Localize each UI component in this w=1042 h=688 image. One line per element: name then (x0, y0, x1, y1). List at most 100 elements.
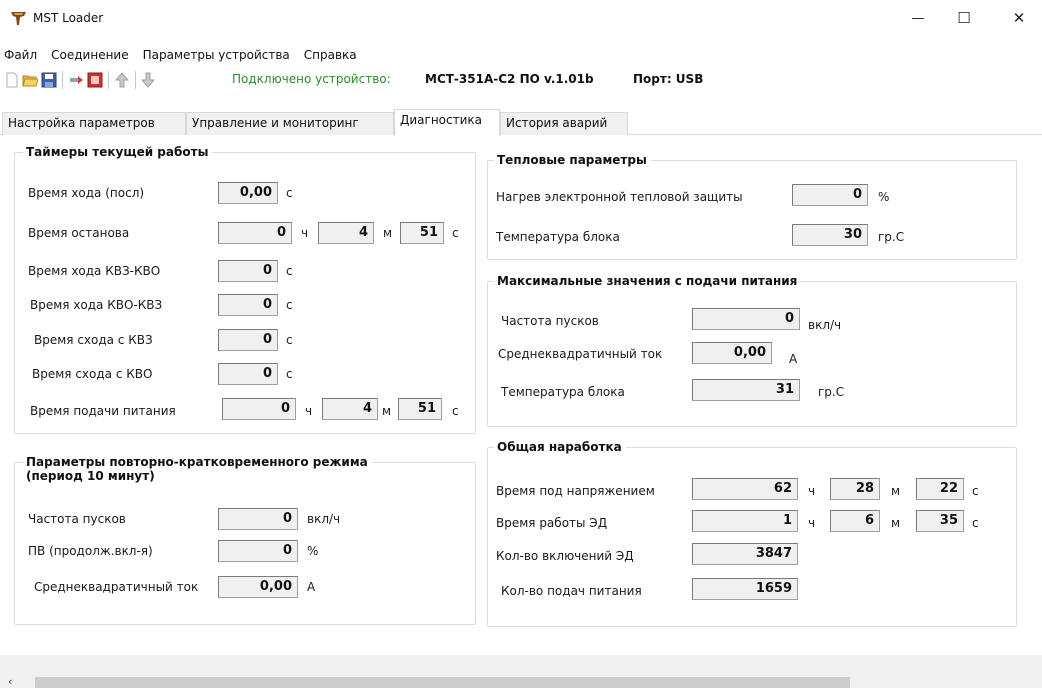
run-time-last-label: Время хода (посл) (28, 186, 145, 200)
tab-bar: Настройка параметров Управление и монито… (0, 109, 1042, 136)
motor-run-minutes-unit: м (891, 516, 901, 530)
max-block-temp-field: 31 (692, 379, 800, 401)
power-time-hours-unit: ч (305, 404, 313, 418)
thermal-heating-field: 0 (792, 184, 868, 206)
int-duty-label: ПВ (продолж.вкл-я) (28, 544, 153, 558)
int-start-freq-unit: вкл/ч (307, 512, 341, 526)
power-time-seconds-unit: с (452, 404, 459, 418)
menu-file[interactable]: Файл (0, 46, 45, 66)
max-start-freq-unit: вкл/ч (808, 318, 842, 332)
max-start-freq-label: Частота пусков (501, 314, 599, 328)
upload-icon[interactable] (114, 72, 130, 88)
power-time-hours-field: 0 (222, 398, 296, 420)
run-kvz-kvo-field: 0 (218, 260, 278, 282)
under-voltage-seconds-unit: с (972, 484, 979, 498)
new-file-icon[interactable] (4, 72, 20, 88)
total-runtime-group-title: Общая наработка (494, 440, 626, 454)
motor-run-seconds-unit: с (972, 516, 979, 530)
stop-time-label: Время останова (28, 226, 130, 240)
power-time-seconds-field: 51 (398, 398, 442, 420)
status-bar (0, 655, 1042, 675)
tab-settings[interactable]: Настройка параметров (2, 112, 186, 135)
stop-time-minutes-unit: м (383, 226, 393, 240)
thermal-group (487, 160, 1017, 260)
under-voltage-label: Время под напряжением (496, 484, 655, 498)
open-folder-icon[interactable] (22, 72, 38, 88)
maximize-icon: ☐ (957, 9, 971, 27)
stop-icon[interactable] (87, 72, 103, 88)
close-icon: ✕ (1012, 9, 1026, 27)
under-voltage-hours-field: 62 (692, 478, 798, 500)
tab-label: Настройка параметров (8, 116, 155, 130)
max-rms-current-unit: А (789, 352, 798, 366)
leave-kvz-field: 0 (218, 329, 278, 351)
run-kvz-kvo-label: Время хода КВЗ-КВО (28, 264, 161, 278)
close-button[interactable]: ✕ (996, 0, 1042, 36)
motor-on-count-field: 3847 (692, 543, 798, 565)
title-bar: MST Loader — ☐ ✕ (0, 0, 1042, 36)
leave-kvo-field: 0 (218, 363, 278, 385)
window-title: MST Loader (33, 11, 104, 25)
toolbar-separator (62, 71, 63, 89)
under-voltage-minutes-unit: м (891, 484, 901, 498)
run-kvz-kvo-unit: с (286, 264, 293, 278)
stop-time-hours-unit: ч (301, 226, 309, 240)
int-rms-current-unit: А (307, 580, 316, 594)
run-kvo-kvz-unit: с (286, 298, 293, 312)
stop-time-minutes-field: 4 (318, 222, 374, 244)
motor-run-label: Время работы ЭД (496, 516, 608, 530)
motor-run-hours-field: 1 (692, 510, 798, 532)
int-rms-current-label: Среднеквадратичный ток (34, 580, 199, 594)
power-time-minutes-unit: м (382, 404, 392, 418)
run-time-last-field: 0,00 (218, 182, 278, 204)
motor-run-hours-unit: ч (808, 516, 816, 530)
power-on-count-field: 1659 (692, 578, 798, 600)
tab-control-monitoring[interactable]: Управление и мониторинг (186, 112, 394, 135)
int-duty-field: 0 (218, 540, 298, 562)
horizontal-scrollbar[interactable]: ‹ (0, 675, 1042, 688)
download-icon[interactable] (140, 72, 156, 88)
menu-connection[interactable]: Соединение (45, 46, 136, 66)
max-block-temp-unit: гр.С (818, 385, 845, 399)
toolbar-separator (135, 71, 136, 89)
stop-time-hours-field: 0 (218, 222, 292, 244)
motor-run-seconds-field: 35 (916, 510, 964, 532)
run-kvo-kvz-label: Время хода КВО-КВЗ (30, 298, 163, 312)
thermal-block-temp-unit: гр.С (878, 230, 905, 244)
total-runtime-group (487, 447, 1017, 627)
power-time-minutes-field: 4 (322, 398, 378, 420)
stop-time-seconds-unit: с (452, 226, 459, 240)
stop-time-seconds-field: 51 (400, 222, 444, 244)
menu-help[interactable]: Справка (298, 46, 365, 66)
save-icon[interactable] (41, 72, 57, 88)
thermal-group-title: Тепловые параметры (494, 153, 651, 167)
port-label: Порт: USB (633, 72, 704, 86)
motor-run-minutes-field: 6 (830, 510, 880, 532)
connect-icon[interactable] (68, 72, 84, 88)
leave-kvo-unit: с (286, 367, 293, 381)
maximize-button[interactable]: ☐ (941, 0, 987, 36)
int-start-freq-label: Частота пусков (28, 512, 126, 526)
menu-device-params[interactable]: Параметры устройства (137, 46, 298, 66)
run-time-last-unit: с (286, 186, 293, 200)
tab-label: Управление и мониторинг (192, 116, 359, 130)
scroll-left-arrow-icon[interactable]: ‹ (8, 675, 12, 688)
thermal-heating-unit: % (878, 190, 890, 204)
max-rms-current-field: 0,00 (692, 342, 772, 364)
minimize-button[interactable]: — (895, 0, 941, 36)
toolbar-separator (108, 71, 109, 89)
max-start-freq-field: 0 (692, 308, 800, 330)
motor-on-count-label: Кол-во включений ЭД (496, 549, 634, 563)
intermittent-group-title: Параметры повторно-кратковременного режи… (23, 455, 372, 469)
tab-label: История аварий (506, 116, 608, 130)
intermittent-group-subtitle: (период 10 минут) (23, 469, 159, 483)
tab-diagnostics[interactable]: Диагностика (394, 109, 500, 136)
app-logo-icon (11, 12, 26, 25)
leave-kvo-label: Время схода с КВО (32, 367, 153, 381)
tab-alarm-history[interactable]: История аварий (500, 112, 628, 135)
under-voltage-hours-unit: ч (808, 484, 816, 498)
connection-status: Подключено устройство: (232, 72, 391, 86)
scrollbar-thumb[interactable] (35, 677, 850, 688)
max-block-temp-label: Температура блока (501, 385, 625, 399)
thermal-heating-label: Нагрев электронной тепловой защиты (496, 190, 743, 204)
